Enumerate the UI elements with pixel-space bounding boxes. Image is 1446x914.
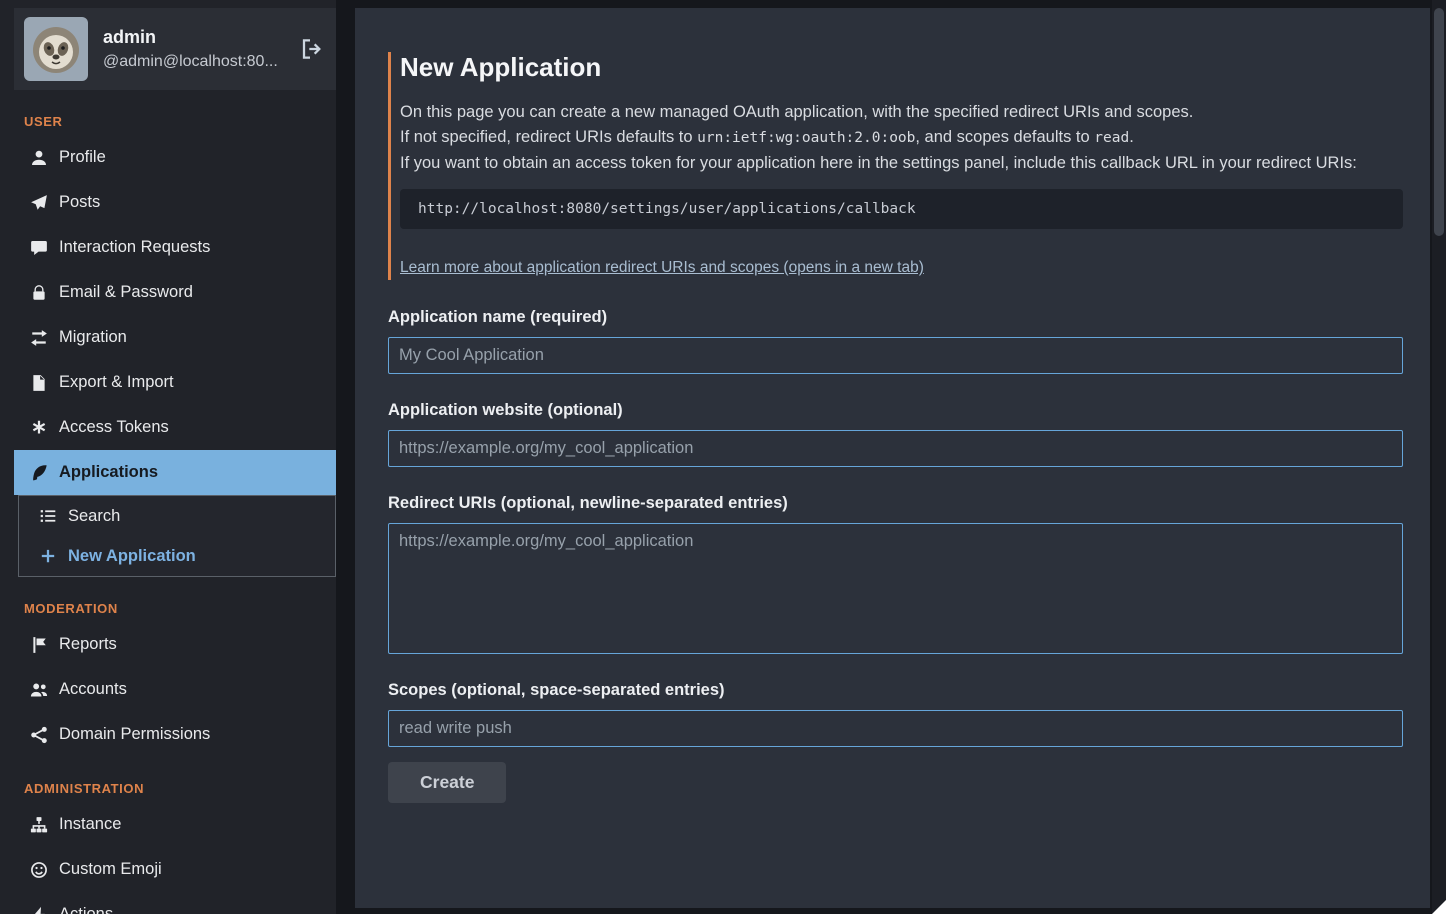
sidebar-item-interaction-requests[interactable]: Interaction Requests (14, 225, 336, 270)
application-website-input[interactable] (388, 430, 1403, 467)
sidebar-item-profile[interactable]: Profile (14, 135, 336, 180)
sign-out-icon[interactable] (300, 37, 324, 61)
intro-line-2: If not specified, redirect URIs defaults… (400, 125, 1403, 151)
section-label-moderation: MODERATION (24, 601, 336, 616)
sidebar-item-domain-permissions[interactable]: Domain Permissions (14, 712, 336, 757)
user-info: admin @admin@localhost:80... (103, 27, 285, 71)
oob-code: urn:ietf:wg:oauth:2.0:oob (697, 130, 915, 146)
sidebar-item-label: Migration (59, 328, 127, 347)
form-docs: New Application On this page you can cre… (388, 52, 1403, 280)
asterisk-icon (30, 419, 48, 437)
sidebar-item-label: New Application (68, 547, 196, 566)
feather-icon (30, 464, 48, 482)
sidebar-item-posts[interactable]: Posts (14, 180, 336, 225)
redirect-uris-textarea[interactable] (388, 523, 1403, 654)
user-icon (30, 149, 48, 167)
scrollbar-thumb[interactable] (1434, 8, 1444, 236)
sidebar-item-label: Search (68, 507, 120, 526)
sitemap-icon (30, 816, 48, 834)
sidebar-item-label: Actions (59, 905, 113, 914)
sidebar-item-reports[interactable]: Reports (14, 622, 336, 667)
sidebar-item-label: Instance (59, 815, 121, 834)
sidebar-item-label: Interaction Requests (59, 238, 210, 257)
user-name: admin (103, 27, 285, 48)
transfer-arrows-icon (30, 329, 48, 347)
sidebar-item-label: Accounts (59, 680, 127, 699)
scopes-label: Scopes (optional, space-separated entrie… (388, 681, 1403, 700)
learn-more-row: Learn more about application redirect UR… (400, 255, 1403, 280)
list-icon (39, 507, 57, 525)
file-export-icon (30, 374, 48, 392)
sidebar-item-label: Applications (59, 463, 158, 482)
sidebar-item-custom-emoji[interactable]: Custom Emoji (14, 847, 336, 892)
sidebar-item-applications[interactable]: Applications (14, 450, 336, 495)
sidebar-item-export-import[interactable]: Export & Import (14, 360, 336, 405)
sidebar: admin @admin@localhost:80... USER Profil… (0, 0, 336, 914)
application-name-input[interactable] (388, 337, 1403, 374)
intro-line-2-pre: If not specified, redirect URIs defaults… (400, 128, 697, 146)
sidebar-item-label: Email & Password (59, 283, 193, 302)
share-nodes-icon (30, 726, 48, 744)
sidebar-item-access-tokens[interactable]: Access Tokens (14, 405, 336, 450)
user-card[interactable]: admin @admin@localhost:80... (14, 8, 336, 90)
sidebar-item-migration[interactable]: Migration (14, 315, 336, 360)
sidebar-item-label: Profile (59, 148, 106, 167)
user-handle: @admin@localhost:80... (103, 53, 285, 71)
new-application-form: Application name (required) Application … (388, 308, 1403, 803)
application-name-label: Application name (required) (388, 308, 1403, 327)
flag-icon (30, 636, 48, 654)
intro-line-2-mid: , and scopes defaults to (915, 128, 1094, 146)
learn-more-link[interactable]: Learn more about application redirect UR… (400, 259, 924, 276)
sidebar-item-label: Reports (59, 635, 117, 654)
sidebar-item-label: Posts (59, 193, 100, 212)
section-label-user: USER (24, 114, 336, 129)
sidebar-item-applications-search[interactable]: Search (19, 496, 335, 536)
read-scope-code: read (1094, 130, 1129, 146)
sidebar-item-actions[interactable]: Actions (14, 892, 336, 914)
plus-icon (39, 547, 57, 565)
users-icon (30, 681, 48, 699)
smiley-icon (30, 861, 48, 879)
intro-line-3: If you want to obtain an access token fo… (400, 151, 1403, 176)
sidebar-item-email-password[interactable]: Email & Password (14, 270, 336, 315)
application-website-label: Application website (optional) (388, 401, 1403, 420)
bolt-icon (30, 906, 48, 914)
sidebar-item-label: Custom Emoji (59, 860, 162, 879)
sidebar-item-instance[interactable]: Instance (14, 802, 336, 847)
sidebar-item-accounts[interactable]: Accounts (14, 667, 336, 712)
intro-line-1: On this page you can create a new manage… (400, 100, 1403, 125)
redirect-uris-label: Redirect URIs (optional, newline-separat… (388, 494, 1403, 513)
avatar (24, 17, 88, 81)
scrollbar-track[interactable] (1432, 0, 1446, 914)
resize-corner (1432, 900, 1446, 914)
create-button[interactable]: Create (388, 762, 506, 803)
section-label-administration: ADMINISTRATION (24, 781, 336, 796)
sidebar-item-label: Access Tokens (59, 418, 169, 437)
sidebar-item-label: Domain Permissions (59, 725, 210, 744)
paper-plane-icon (30, 194, 48, 212)
scopes-input[interactable] (388, 710, 1403, 747)
page-title: New Application (400, 52, 1403, 83)
lock-icon (30, 284, 48, 302)
comment-icon (30, 239, 48, 257)
intro-line-2-post: . (1129, 128, 1134, 146)
sidebar-item-label: Export & Import (59, 373, 174, 392)
sidebar-item-new-application[interactable]: New Application (19, 536, 335, 576)
main-panel: New Application On this page you can cre… (355, 8, 1430, 908)
applications-submenu: Search New Application (18, 495, 336, 577)
callback-url-code-block: http://localhost:8080/settings/user/appl… (400, 189, 1403, 229)
